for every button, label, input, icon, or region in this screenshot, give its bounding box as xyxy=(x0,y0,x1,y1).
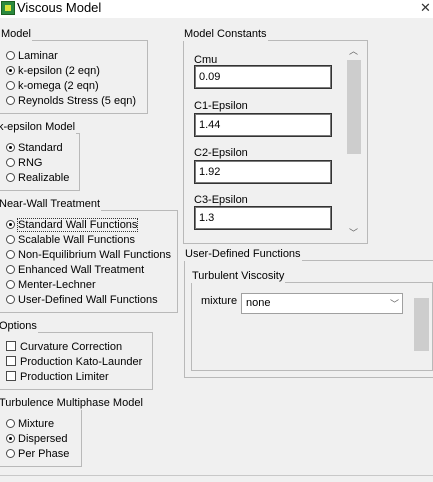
radio-laminar[interactable]: Laminar xyxy=(6,49,58,64)
near-wall-label: Near-Wall Treatment xyxy=(0,198,102,211)
radio-dispersed[interactable]: Dispersed xyxy=(6,432,68,447)
checkbox[interactable] xyxy=(6,371,16,381)
cmu-input[interactable]: 0.09 xyxy=(194,65,332,89)
radio-button[interactable] xyxy=(6,434,15,443)
checkbox-label: Production Limiter xyxy=(20,371,109,383)
scroll-up-icon[interactable]: ︿ xyxy=(349,46,358,56)
radio-reynolds-stress[interactable]: Reynolds Stress (5 eqn) xyxy=(6,94,136,109)
radio-button[interactable] xyxy=(6,280,15,289)
radio-enhanced-wall-treatment[interactable]: Enhanced Wall Treatment xyxy=(6,263,144,278)
radio-button[interactable] xyxy=(6,66,15,75)
radio-button[interactable] xyxy=(6,235,15,244)
c1-epsilon-input[interactable]: 1.44 xyxy=(194,113,332,137)
k-epsilon-model-label: k-epsilon Model xyxy=(0,121,77,134)
constants-scrollbar-thumb[interactable] xyxy=(347,60,361,154)
radio-scalable-wall-functions[interactable]: Scalable Wall Functions xyxy=(6,233,135,248)
radio-label: k-omega (2 eqn) xyxy=(18,80,99,92)
radio-button[interactable] xyxy=(6,51,15,60)
radio-button[interactable] xyxy=(6,158,15,167)
radio-button[interactable] xyxy=(6,143,15,152)
radio-label: Laminar xyxy=(18,50,58,62)
radio-button[interactable] xyxy=(6,449,15,458)
radio-button[interactable] xyxy=(6,96,15,105)
radio-k-omega[interactable]: k-omega (2 eqn) xyxy=(6,79,99,94)
mixture-viscosity-select[interactable]: none ﹀ xyxy=(241,293,403,314)
c3-epsilon-input[interactable]: 1.3 xyxy=(194,206,332,230)
radio-label: Standard xyxy=(18,142,63,154)
radio-rng[interactable]: RNG xyxy=(6,156,42,171)
radio-non-equilibrium-wall-functions[interactable]: Non-Equilibrium Wall Functions xyxy=(6,248,171,263)
radio-label: Reynolds Stress (5 eqn) xyxy=(18,95,136,107)
radio-standard-wall-functions[interactable]: Standard Wall Functions xyxy=(6,218,139,233)
bottom-divider xyxy=(0,475,433,476)
radio-label: Non-Equilibrium Wall Functions xyxy=(18,249,172,261)
c2-epsilon-input[interactable]: 1.92 xyxy=(194,160,332,184)
window-title: Viscous Model xyxy=(17,0,102,15)
radio-menter-lechner[interactable]: Menter-Lechner xyxy=(6,278,96,293)
options-label: Options xyxy=(0,320,38,333)
radio-label: Per Phase xyxy=(18,448,70,460)
radio-button[interactable] xyxy=(6,81,15,90)
radio-button[interactable] xyxy=(6,220,15,229)
radio-button[interactable] xyxy=(6,250,15,259)
radio-label: k-epsilon (2 eqn) xyxy=(18,65,100,77)
udf-scrollbar-thumb[interactable] xyxy=(414,298,429,351)
select-value: none xyxy=(246,297,271,309)
radio-mixture[interactable]: Mixture xyxy=(6,417,54,432)
checkbox-label: Production Kato-Launder xyxy=(20,356,143,368)
checkbox[interactable] xyxy=(6,356,16,366)
multiphase-label: Turbulence Multiphase Model xyxy=(0,397,144,410)
checkbox-production-kato-launder[interactable]: Production Kato-Launder xyxy=(6,355,142,370)
model-group-label: Model xyxy=(0,28,32,41)
radio-button[interactable] xyxy=(6,173,15,182)
radio-user-defined-wall-functions[interactable]: User-Defined Wall Functions xyxy=(6,293,158,308)
radio-standard[interactable]: Standard xyxy=(6,141,63,156)
radio-label: Enhanced Wall Treatment xyxy=(18,264,145,276)
chevron-down-icon: ﹀ xyxy=(390,299,400,309)
radio-button[interactable] xyxy=(6,419,15,428)
radio-realizable[interactable]: Realizable xyxy=(6,171,69,186)
radio-label: Standard Wall Functions xyxy=(16,218,139,232)
radio-k-epsilon[interactable]: k-epsilon (2 eqn) xyxy=(6,64,100,79)
c1-epsilon-label: C1-Epsilon xyxy=(194,100,248,112)
radio-label: RNG xyxy=(18,157,43,169)
app-icon xyxy=(1,1,15,15)
mixture-row-label: mixture xyxy=(201,295,238,307)
radio-per-phase[interactable]: Per Phase xyxy=(6,447,69,462)
radio-button[interactable] xyxy=(6,265,15,274)
model-constants-label: Model Constants xyxy=(183,28,268,41)
checkbox[interactable] xyxy=(6,341,16,351)
scroll-down-icon[interactable]: ﹀ xyxy=(349,228,358,238)
checkbox-curvature-correction[interactable]: Curvature Correction xyxy=(6,340,122,355)
turbulent-viscosity-label: Turbulent Viscosity xyxy=(191,270,286,283)
radio-button[interactable] xyxy=(6,295,15,304)
checkbox-production-limiter[interactable]: Production Limiter xyxy=(6,370,109,385)
radio-label: Dispersed xyxy=(18,433,68,445)
close-icon[interactable]: ✕ xyxy=(420,0,431,16)
radio-label: Realizable xyxy=(18,172,70,184)
radio-label: Menter-Lechner xyxy=(18,279,96,291)
radio-label: Mixture xyxy=(18,418,55,430)
radio-label: User-Defined Wall Functions xyxy=(18,294,158,306)
checkbox-label: Curvature Correction xyxy=(20,341,123,353)
user-defined-functions-label: User-Defined Functions xyxy=(184,248,302,261)
radio-label: Scalable Wall Functions xyxy=(18,234,135,246)
c2-epsilon-label: C2-Epsilon xyxy=(194,147,248,159)
